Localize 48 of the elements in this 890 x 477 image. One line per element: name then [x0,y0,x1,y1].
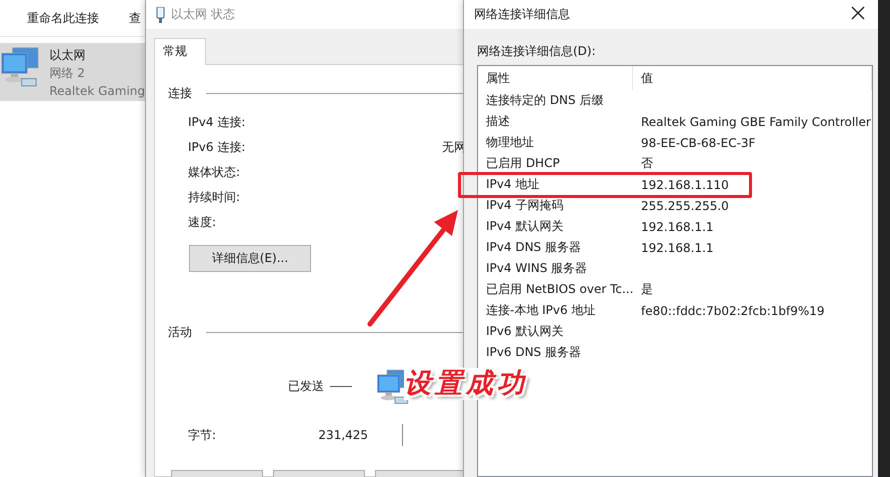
network-name: 网络 2 [49,65,86,82]
value-cell-text: Realtek Gaming GBE Family Controller [640,114,872,128]
value-cell-text: 98-EE-CB-68-EC-3F [640,136,756,150]
field-label: IPv6 连接: [188,139,246,156]
toolbar-command[interactable]: 重命名此连接 [27,10,99,26]
group-label: 连接 [168,85,192,102]
connection-item[interactable]: 以太网 网络 2 Realtek Gaming [0,43,145,101]
property-cell-text: IPv4 默认网关 [485,218,564,235]
value-cell-text: 否 [640,155,654,172]
toolbar-command[interactable]: 查 [129,10,141,26]
property-cell-text: 连接-本地 IPv6 地址 [485,302,596,319]
field-label: IPv4 连接: [188,114,246,131]
value-cell-text: fe80::fddc:7b02:2fcb:1bf9%19 [640,304,826,318]
property-cell-text: 物理地址 [485,134,535,151]
value-cell-text: 192.168.1.1 [640,220,715,234]
property-cell-text: 描述 [485,113,511,130]
annotation-caption: 设置成功 [404,368,528,400]
value-cell-text: 是 [640,281,654,298]
window-title: 网络连接详细信息 [474,6,570,23]
bytes-label: 字节: [188,426,216,444]
field-label: 媒体状态: [188,164,242,181]
field-label: 持续时间: [188,189,242,206]
ethernet-plug-icon [156,6,165,22]
property-cell-text: 已启用 NetBIOS over Tc... [485,281,633,298]
property-cell-text: 已启用 DHCP [485,155,561,172]
sent-label: 已发送 [288,378,324,394]
field-label: 速度: [188,214,218,231]
close-icon[interactable] [851,6,865,20]
property-cell-text: IPv4 子网掩码 [485,197,564,214]
column-header[interactable]: 属性 [478,66,633,90]
connection-name: 以太网 [49,47,86,64]
tab[interactable]: 常规 [154,38,206,65]
value-cell-text: 192.168.1.1 [640,240,715,254]
property-cell-text: IPv4 DNS 服务器 [485,239,582,256]
adapter-name: Realtek Gaming [49,83,145,100]
property-cell-text: IPv6 默认网关 [485,323,564,340]
value-cell-text: 255.255.255.0 [640,198,730,212]
list-label: 网络连接详细信息(D): [477,43,597,60]
window-title: 以太网 状态 [171,6,235,23]
property-cell-text: IPv4 WINS 服务器 [485,260,588,277]
property-cell-text: IPv4 地址 [485,176,540,193]
bytes-value: 231,425 [317,428,368,442]
property-cell-text: IPv6 DNS 服务器 [485,344,582,361]
column-header[interactable]: 值 [633,66,872,90]
value-cell-text: 192.168.1.110 [640,178,730,192]
details-button[interactable]: 详细信息(E)... [189,245,311,272]
group-label: 活动 [168,324,192,341]
property-cell-text: 连接特定的 DNS 后缀 [485,92,604,109]
